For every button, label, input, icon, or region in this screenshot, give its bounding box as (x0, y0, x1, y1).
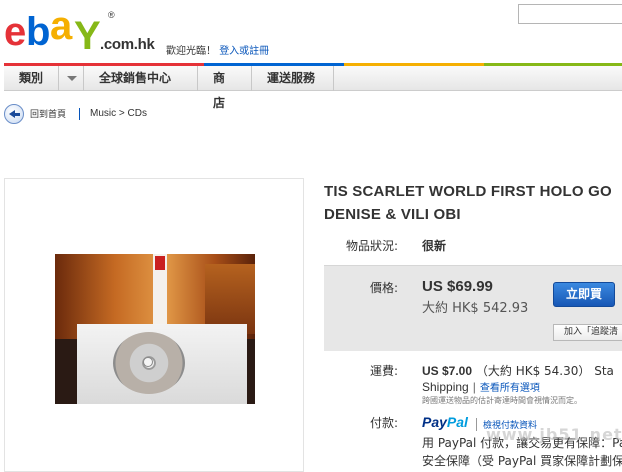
back-to-home-link[interactable]: 回到首頁 (30, 107, 66, 120)
shipping-service-tail: Sta (594, 364, 614, 378)
item-title-line-2: DENISE & VILI OBI (324, 206, 461, 223)
add-to-watchlist-button[interactable]: 加入「追蹤清 (553, 324, 622, 341)
condition-value: 很新 (422, 239, 447, 253)
paypal-logo-pay: Pay (422, 414, 447, 430)
shipping-divider: | (472, 380, 476, 394)
price-label: 價格: (369, 281, 398, 295)
item-photo[interactable] (55, 254, 255, 404)
condition-label: 物品狀況: (345, 239, 398, 253)
nav-categories-label: 類別 (19, 71, 44, 85)
main-nav: 類別 全球銷售中心 商店 運送服務 (4, 63, 622, 110)
shipping-approx: （大約 HK$ 54.30） (475, 364, 591, 378)
logo-registered-mark: ® (108, 10, 115, 20)
see-all-shipping-link[interactable]: 查看所有選項 (480, 383, 540, 394)
photo-obi-logo (155, 256, 165, 270)
breadcrumb-divider (79, 108, 80, 120)
nav-shipping-services-label: 運送服務 (267, 71, 316, 85)
breadcrumb-path[interactable]: Music > CDs (90, 108, 147, 119)
item-price: US $69.99 (422, 278, 493, 295)
shipping-label: 運費: (369, 364, 398, 378)
search-input[interactable] (518, 4, 622, 24)
photo-cd-hole (143, 357, 153, 367)
nav-global-sales-label: 全球銷售中心 (99, 71, 172, 85)
item-title-line-1: TIS SCARLET WORLD FIRST HOLO GO (324, 183, 612, 200)
nav-categories-divider (58, 66, 59, 91)
payment-description-line-2: 安全保障（受 PayPal 買家保障計劃保障） (422, 454, 622, 468)
shipping-cost: US $7.00 （大約 HK$ 54.30） Sta (422, 362, 614, 379)
back-arrow-icon[interactable] (4, 104, 24, 124)
chevron-down-icon[interactable] (67, 76, 77, 81)
nav-global-sales[interactable]: 全球銷售中心 (84, 66, 198, 91)
item-image-panel (4, 178, 304, 472)
logo-letter-e: e (4, 10, 26, 54)
greeting-text: 歡迎光臨！ (166, 46, 216, 57)
price-box: 價格: US $69.99 大約 HK$ 542.93 立即買 加入「追蹤清 (324, 265, 622, 351)
item-price-approx: 大約 HK$ 542.93 (422, 301, 529, 316)
logo-domain: .com.hk (100, 36, 155, 53)
payment-label: 付款: (369, 416, 398, 430)
watermark: www.jb51.net (486, 425, 622, 444)
logo-letter-y: Y (74, 14, 101, 58)
shipping-note: 跨國運送物品的估計寄達時間會視情況而定。 (422, 396, 582, 405)
nav-stripe-yellow (344, 63, 484, 66)
signin-link[interactable]: 登入或註冊 (219, 46, 269, 57)
shipping-price: US $7.00 (422, 364, 473, 378)
shipping-method-row: Shipping | 查看所有選項 (422, 379, 540, 394)
nav-shipping-services[interactable]: 運送服務 (252, 66, 334, 91)
nav-stripe-green (484, 63, 622, 66)
greeting: 歡迎光臨！ 登入或註冊 (166, 42, 269, 57)
buy-it-now-button[interactable]: 立即買 (553, 282, 615, 307)
shipping-method: Shipping (422, 380, 469, 394)
nav-categories[interactable]: 類別 (4, 66, 84, 91)
logo-letter-b: b (26, 10, 51, 54)
paypal-logo: PayPal (422, 414, 468, 430)
ebay-logo[interactable]: e b a Y ® .com.hk (4, 4, 164, 58)
item-title: TIS SCARLET WORLD FIRST HOLO GO DENISE &… (324, 180, 622, 226)
logo-letter-a: a (50, 4, 72, 48)
nav-stores[interactable]: 商店 (198, 66, 252, 110)
paypal-logo-pal: Pal (446, 414, 468, 430)
nav-stores-label: 商店 (213, 71, 226, 110)
